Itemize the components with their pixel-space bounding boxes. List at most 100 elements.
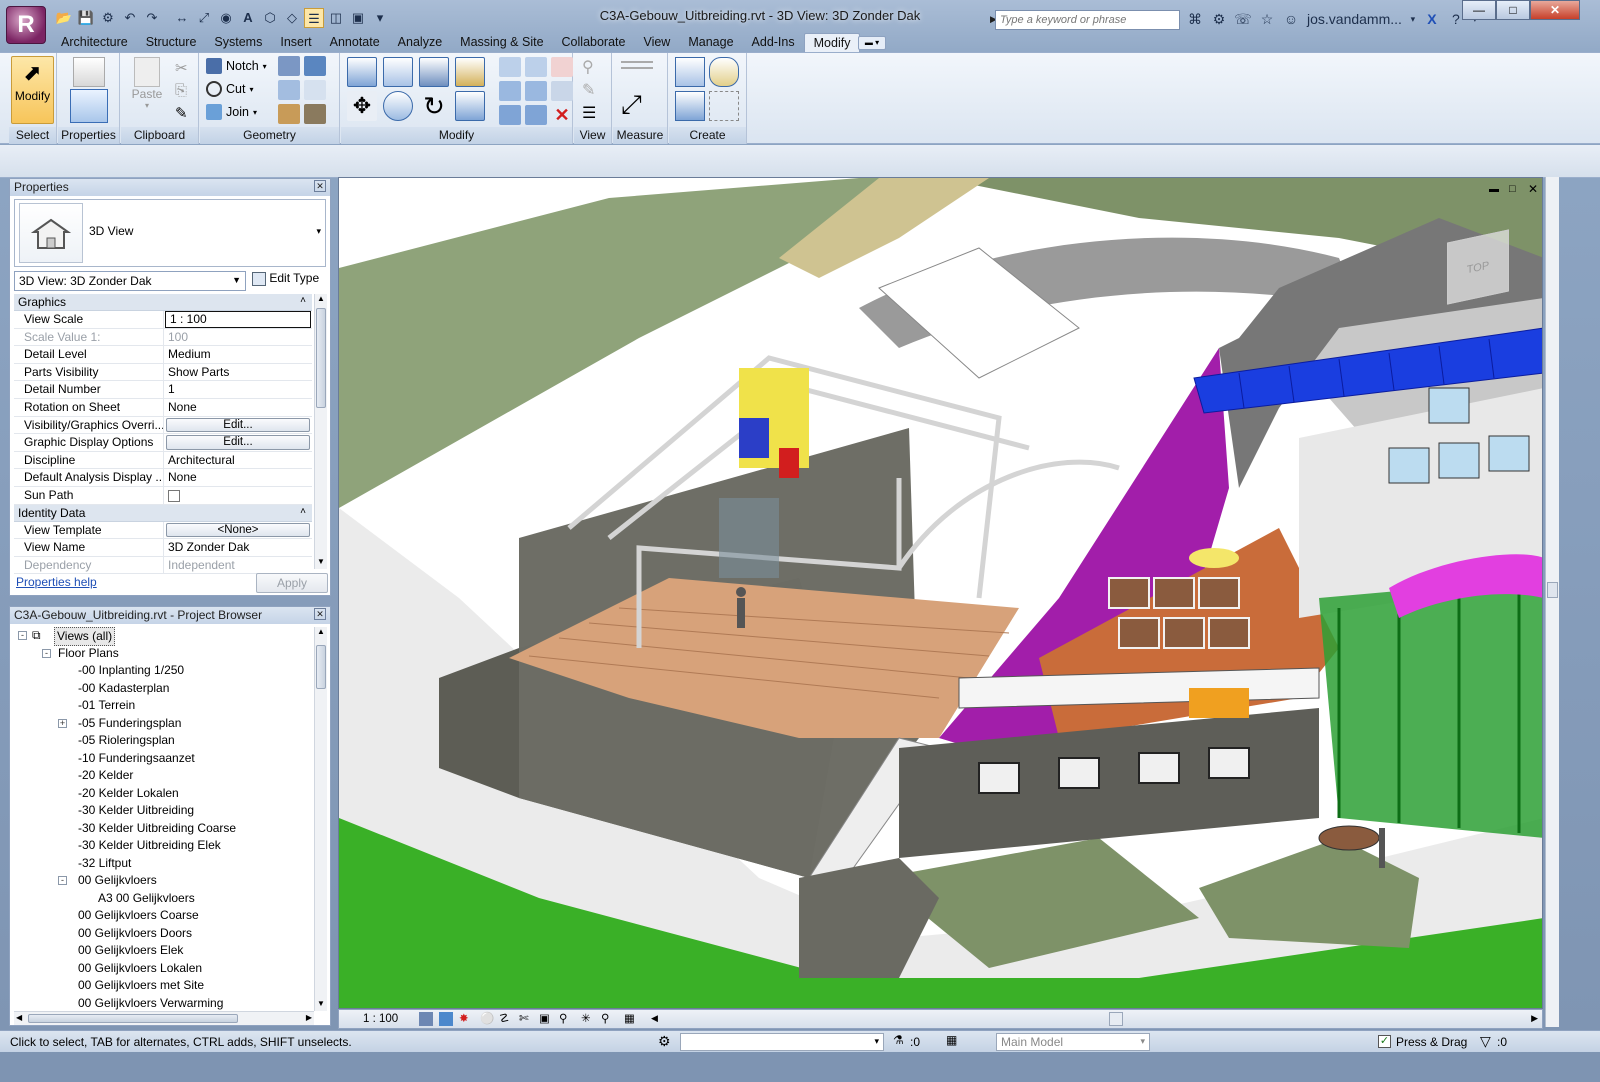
properties-toggle-icon[interactable] (70, 89, 108, 123)
lock-3d-icon[interactable]: ⚲ (559, 1011, 567, 1025)
crop-icon[interactable]: ✄ (519, 1011, 529, 1025)
browser-item[interactable]: -10 Funderingsaanzet (14, 750, 314, 768)
collapse-chevron-icon[interactable]: ˄ (300, 506, 306, 517)
trim-single-icon[interactable] (525, 105, 547, 125)
viewport-close-icon[interactable]: ✕ (1528, 182, 1538, 196)
temp-hide-icon[interactable]: ✳ (581, 1011, 591, 1025)
browser-item[interactable]: + -05 Funderingsplan (14, 715, 314, 733)
tab-annotate[interactable]: Annotate (321, 33, 389, 52)
collapse-chevron-icon[interactable]: ˄ (300, 295, 306, 306)
trim-extend-icon[interactable] (455, 91, 485, 121)
notch-button[interactable]: Notch ▾ (206, 56, 267, 76)
property-value[interactable]: 1 (164, 381, 312, 398)
viewport-maximize-icon[interactable]: □ (1509, 183, 1516, 195)
property-value[interactable]: 1 : 100 (165, 311, 311, 328)
minimize-button[interactable]: — (1462, 0, 1496, 20)
switch-windows-icon[interactable]: ▣ (348, 8, 368, 28)
show-crop-icon[interactable]: ▣ (539, 1011, 550, 1025)
type-properties-icon[interactable] (73, 57, 105, 87)
properties-scrollbar[interactable]: ▲ ▼ (314, 294, 327, 569)
redo-icon[interactable]: ↷ (142, 8, 162, 28)
analytical-icon[interactable]: ▦ (624, 1011, 635, 1025)
maximize-button[interactable]: □ (1496, 0, 1530, 20)
cut-geometry-button[interactable]: Cut ▾ (206, 79, 253, 99)
mirror-axis-icon[interactable] (419, 57, 449, 87)
search-input[interactable]: Type a keyword or phrase (995, 10, 1180, 30)
browser-item[interactable]: 00 Gelijkvloers met Site (14, 977, 314, 995)
browser-scrollbar[interactable]: ▲ ▼ (314, 627, 327, 1011)
worksets-icon[interactable]: ⚙ (658, 1033, 671, 1050)
rotate-icon[interactable]: ↻ (419, 91, 449, 121)
browser-item[interactable]: -20 Kelder Lokalen (14, 785, 314, 803)
property-value[interactable]: None (164, 399, 312, 416)
delete-icon[interactable]: ✕ (551, 105, 573, 125)
section-icon[interactable]: ◇ (282, 8, 302, 28)
filter-icon[interactable]: ▽ (1480, 1033, 1491, 1050)
move-icon[interactable]: ✥ (347, 91, 377, 121)
viewport-scroll-thumb[interactable] (1547, 582, 1558, 598)
cut-clipboard-icon[interactable]: ✂ (175, 59, 188, 77)
text-icon[interactable]: A (238, 8, 258, 28)
override-graphics-icon[interactable]: ☰ (582, 103, 596, 123)
undo-icon[interactable]: ↶ (120, 8, 140, 28)
measure-between-icon[interactable] (621, 61, 653, 69)
expand-icon[interactable]: + (58, 718, 67, 728)
ribbon-minimize-button[interactable]: ▬ ▾ (858, 36, 886, 50)
browser-scroll-thumb[interactable] (316, 645, 326, 689)
property-value[interactable]: Show Parts (164, 364, 312, 381)
workset-selector[interactable]: ▾ (680, 1033, 884, 1051)
close-browser-icon[interactable]: ✕ (314, 608, 326, 620)
modify-button[interactable]: ⬈ Modify (11, 56, 54, 124)
hammer-icon[interactable] (304, 104, 326, 124)
edit-type-button[interactable]: Edit Type (252, 271, 319, 286)
sun-path-icon[interactable]: ✸ (459, 1011, 469, 1025)
browser-scroll-up-icon[interactable]: ▲ (315, 627, 327, 639)
property-group-header[interactable]: Identity Data ˄ (14, 504, 312, 522)
editable-only-icon[interactable]: ⚗ (893, 1033, 904, 1047)
apply-button[interactable]: Apply (256, 573, 328, 593)
design-option-selector[interactable]: Main Model ▾ (996, 1033, 1150, 1051)
scroll-up-icon[interactable]: ▲ (315, 294, 327, 306)
align-icon[interactable] (347, 57, 377, 87)
reveal-hidden-icon[interactable]: ⚲ (601, 1011, 609, 1025)
sync-icon[interactable]: ⚙ (98, 8, 118, 28)
viewport-restore-icon[interactable]: ▬ (1489, 184, 1499, 195)
pin-icon[interactable] (551, 81, 573, 101)
browser-item[interactable]: 00 Gelijkvloers Doors (14, 925, 314, 943)
tab-add-ins[interactable]: Add-Ins (743, 33, 804, 52)
browser-item[interactable]: 00 Gelijkvloers Elek (14, 942, 314, 960)
sun-path-checkbox[interactable] (168, 489, 180, 502)
create-group-icon[interactable] (709, 57, 739, 87)
copy-icon[interactable] (383, 91, 413, 121)
hscroll-left-arrow-icon[interactable]: ◀ (651, 1013, 658, 1024)
thin-lines-icon[interactable]: ☰ (304, 8, 324, 28)
properties-scroll-thumb[interactable] (316, 308, 326, 408)
collapse-icon[interactable]: - (18, 631, 27, 640)
instance-selector[interactable]: 3D View: 3D Zonder Dak ▼ (14, 271, 246, 291)
property-group-header[interactable]: Graphics ˄ (14, 294, 312, 311)
close-window-button[interactable]: ✕ (1530, 0, 1580, 20)
hscroll-left-icon[interactable]: ◀ (16, 1013, 22, 1022)
browser-item[interactable]: -30 Kelder Uitbreiding Elek (14, 837, 314, 855)
detail-level-icon[interactable] (419, 1012, 433, 1026)
dimension-icon[interactable]: ⤢ (194, 8, 214, 28)
property-value[interactable]: 3D Zonder Dak (164, 539, 312, 556)
browser-item[interactable]: 00 Gelijkvloers Verwarming (14, 995, 314, 1012)
hscroll-right-icon[interactable]: ▶ (306, 1013, 312, 1022)
property-value[interactable]: Edit... (166, 417, 310, 433)
browser-item[interactable]: -20 Kelder (14, 767, 314, 785)
split-gap-icon[interactable] (525, 57, 547, 77)
property-value[interactable] (164, 487, 312, 504)
browser-item[interactable]: -00 Kadasterplan (14, 680, 314, 698)
collapse-icon[interactable]: - (58, 876, 67, 885)
visual-style-icon[interactable] (439, 1012, 453, 1026)
3d-view-canvas[interactable]: TOP ▬ □ ✕ (338, 177, 1543, 1009)
design-options-icon[interactable]: ▦ (946, 1033, 957, 1047)
user-dropdown-icon[interactable]: ▾ (1408, 9, 1418, 29)
shadows-icon[interactable]: ⚪ (480, 1011, 494, 1025)
copy-clipboard-icon[interactable]: ⎘ (175, 82, 187, 99)
scroll-down-icon[interactable]: ▼ (315, 557, 327, 569)
3d-view-icon[interactable]: ⬡ (260, 8, 280, 28)
user-icon[interactable]: ☺ (1281, 9, 1301, 29)
customize-qat-icon[interactable]: ▾ (370, 8, 390, 28)
